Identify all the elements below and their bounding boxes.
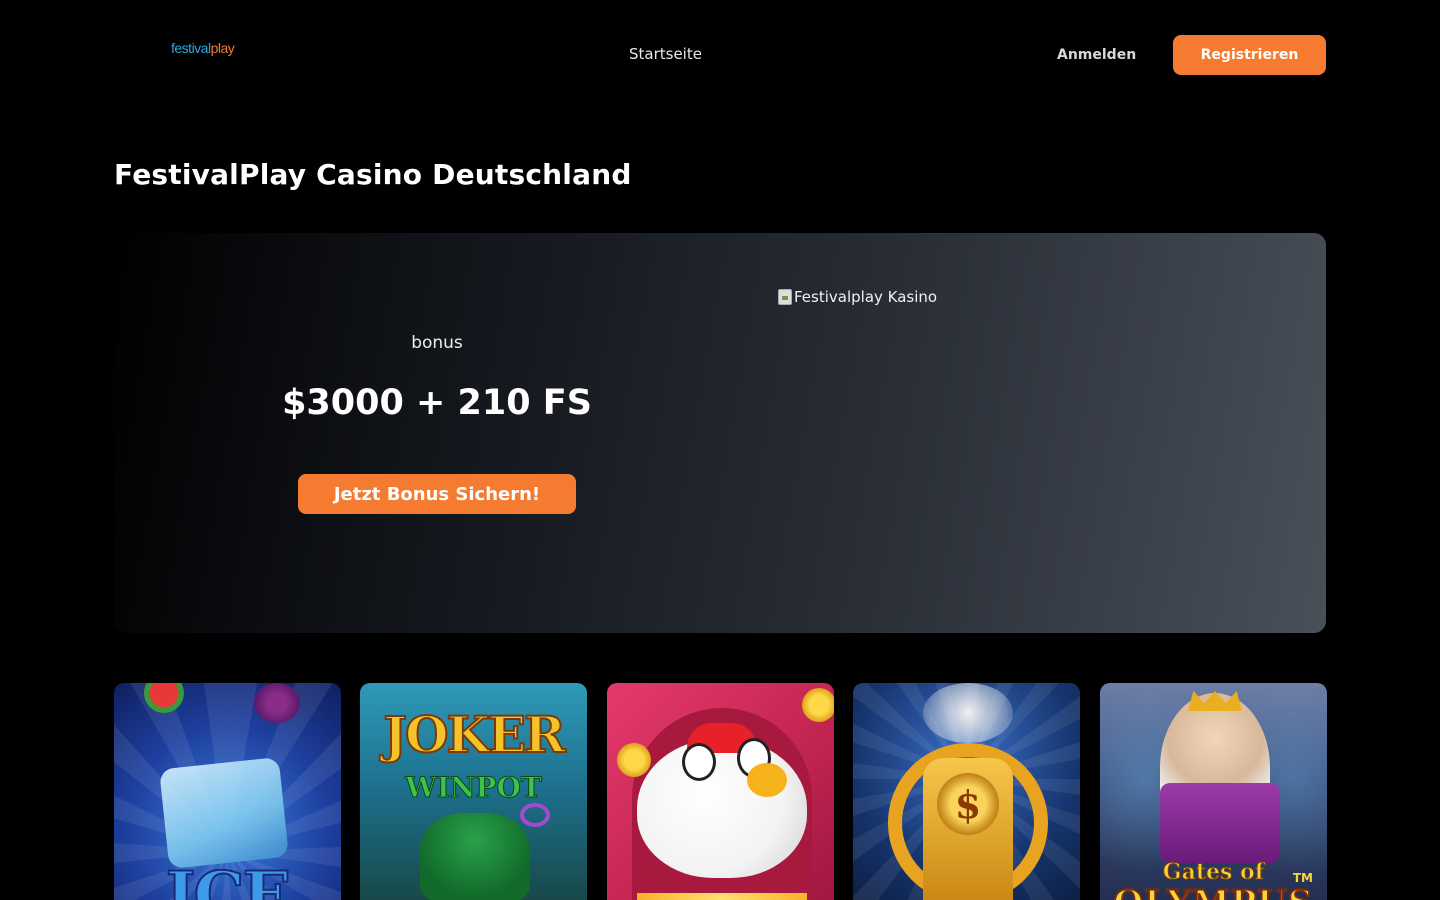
register-button[interactable]: Registrieren — [1173, 35, 1326, 75]
game-tile-money-train[interactable]: $ — [853, 683, 1080, 900]
bonus-label: bonus — [411, 333, 463, 353]
game-grid: ICE JOKER WINPOT $ Gates of OLYMPUS TM — [114, 683, 1327, 900]
fire-floor-art — [637, 893, 807, 900]
site-logo[interactable]: festivalplay — [171, 40, 235, 56]
smoke-art — [923, 683, 1013, 743]
robe-art — [1160, 783, 1280, 863]
login-link[interactable]: Anmelden — [1057, 47, 1136, 63]
joker-hat-art — [420, 813, 530, 900]
nav-link-home[interactable]: Startseite — [629, 45, 702, 63]
chicken-beak-art — [747, 763, 787, 797]
game-tile-chicken[interactable] — [607, 683, 834, 900]
coin-icon — [617, 743, 651, 777]
game-tile-joker-winpot[interactable]: JOKER WINPOT — [360, 683, 587, 900]
logo-text-play: play — [210, 40, 235, 56]
ice-cube-art — [159, 757, 289, 869]
coin-icon — [802, 688, 834, 722]
crown-icon — [1188, 691, 1242, 711]
broken-image-icon — [778, 289, 792, 305]
bonus-amount: $3000 + 210 FS — [282, 383, 592, 423]
game-subtitle: OLYMPUS — [1100, 882, 1327, 900]
trademark-mark: TM — [1292, 871, 1313, 885]
game-tile-gates-of-olympus[interactable]: Gates of OLYMPUS TM — [1100, 683, 1327, 900]
game-tile-ice[interactable]: ICE — [114, 683, 341, 900]
hero-image-alt-text: Festivalplay Kasino — [794, 288, 938, 306]
logo-text-festival: festival — [171, 40, 211, 56]
ribbon-art — [520, 803, 550, 827]
game-title: ICE — [165, 857, 293, 900]
site-header: festivalplay Startseite Anmelden Registr… — [0, 0, 1440, 110]
game-subtitle: WINPOT — [405, 771, 542, 805]
hero-banner: bonus $3000 + 210 FS Jetzt Bonus Sichern… — [114, 233, 1326, 633]
game-title: JOKER — [382, 704, 566, 765]
claim-bonus-button[interactable]: Jetzt Bonus Sichern! — [298, 474, 576, 514]
chicken-art — [637, 738, 807, 878]
page-title: FestivalPlay Casino Deutschland — [114, 158, 632, 191]
hero-image: Festivalplay Kasino — [778, 288, 937, 306]
grapes-icon — [254, 683, 300, 723]
chicken-eye-art — [682, 743, 716, 781]
dollar-coin-icon: $ — [937, 773, 999, 835]
